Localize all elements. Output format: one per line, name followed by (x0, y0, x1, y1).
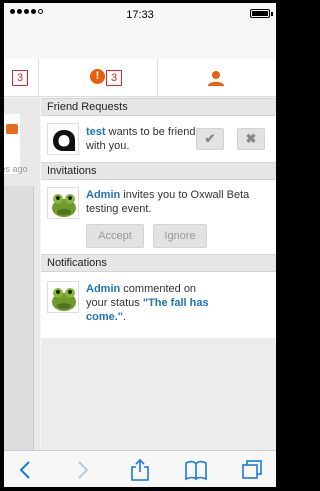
browser-toolbar (4, 450, 276, 487)
tabs-icon[interactable] (240, 459, 264, 481)
camera-icon (6, 124, 18, 134)
tab-notifications[interactable]: ! 3 (40, 59, 158, 97)
background-panel (4, 186, 34, 450)
accept-invitation-button[interactable]: Accept (86, 224, 144, 248)
tab-profile[interactable] (159, 59, 276, 97)
phone-screen: 17:33 3 ! 3 tes ago Friend Requests (4, 3, 276, 487)
notification-text: Admin commented on your status "The fall… (86, 283, 209, 323)
user-link[interactable]: Admin (86, 283, 120, 295)
accept-request-button[interactable]: ✔ (196, 128, 224, 150)
share-icon[interactable] (128, 459, 152, 481)
notification-item: Admin commented on your status "The fall… (41, 272, 276, 338)
friend-request-text: test wants to be friends with you. (86, 126, 201, 152)
ignore-invitation-button[interactable]: Ignore (153, 224, 207, 248)
status-time: 17:33 (126, 9, 154, 21)
alert-icon: ! (90, 69, 105, 84)
frog-avatar-icon (48, 282, 78, 312)
bookmarks-icon[interactable] (184, 459, 208, 481)
user-avatar-icon (48, 124, 78, 154)
invitations-heading: Invitations (41, 162, 276, 180)
notifications-heading: Notifications (41, 254, 276, 272)
browser-address-area (4, 25, 276, 59)
console-top-nav: 3 ! 3 (4, 59, 276, 97)
status-bar: 17:33 (4, 3, 276, 25)
notifications-count-badge: 3 (106, 70, 123, 86)
background-page: tes ago (4, 98, 40, 450)
avatar[interactable] (47, 281, 79, 313)
decline-request-button[interactable]: ✖ (237, 128, 265, 150)
user-link[interactable]: Admin (86, 189, 120, 201)
avatar[interactable] (47, 123, 79, 155)
friend-requests-heading: Friend Requests (41, 98, 276, 116)
invitation-item: Admin invites you to Oxwall Beta testing… (41, 180, 276, 254)
messages-count-badge: 3 (12, 70, 29, 86)
invitation-text: Admin invites you to Oxwall Beta testing… (86, 189, 250, 215)
notifications-dropdown: Friend Requests test wants to be friends… (41, 98, 276, 450)
background-timestamp: tes ago (4, 164, 28, 174)
back-icon[interactable] (14, 459, 38, 481)
frog-avatar-icon (48, 188, 78, 218)
avatar[interactable] (47, 187, 79, 219)
forward-icon[interactable] (70, 459, 94, 481)
tab-messages[interactable]: 3 (4, 59, 39, 97)
user-link[interactable]: test (86, 126, 106, 138)
user-icon (208, 71, 224, 86)
battery-icon (250, 9, 270, 18)
friend-request-item: test wants to be friends with you. ✔ ✖ (41, 116, 276, 162)
